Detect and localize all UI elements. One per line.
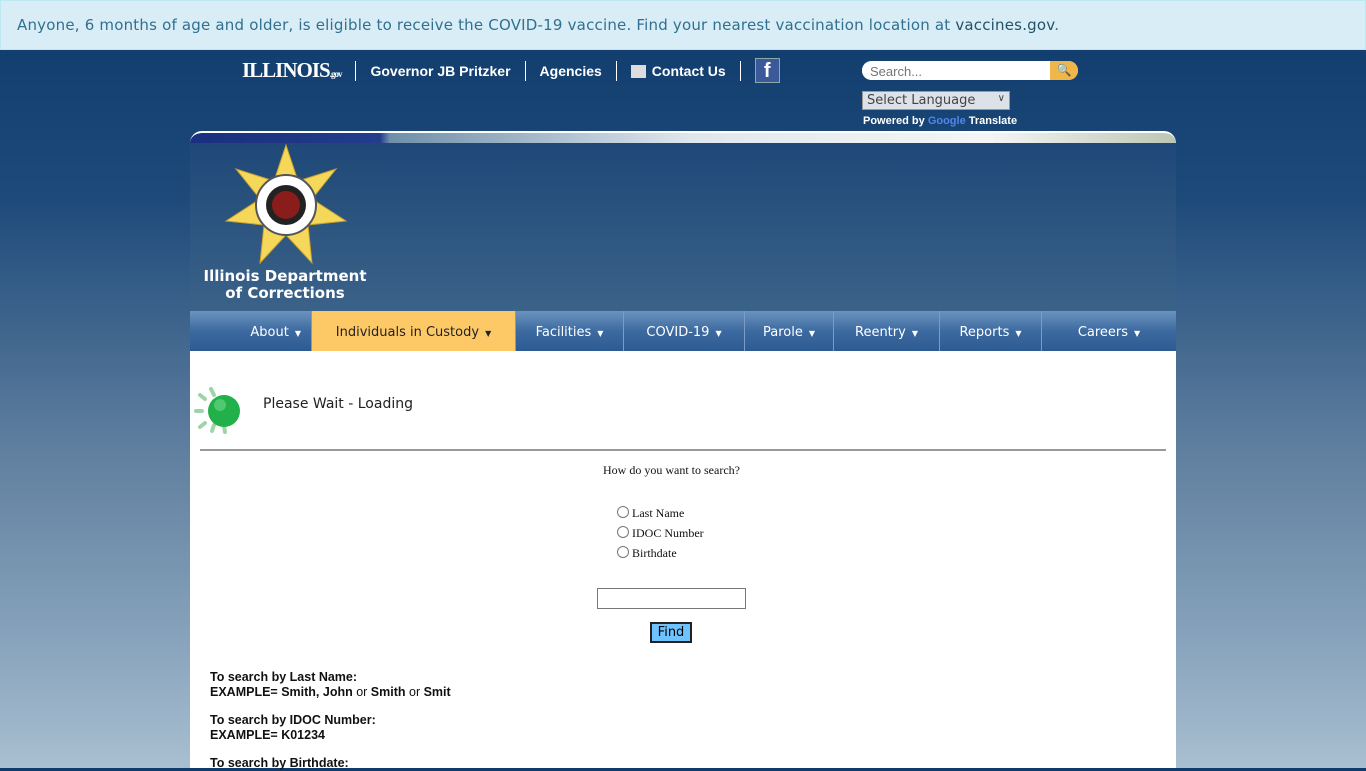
language-select-value: Select Language (867, 93, 976, 108)
alert-end: . (1054, 16, 1060, 34)
dept-line-2: of Corrections (225, 284, 345, 302)
nav-label: Individuals in Custody (335, 325, 480, 340)
radio-label: IDOC Number (632, 526, 704, 540)
help-example: EXAMPLE= Smith, John or Smith or Smit (210, 685, 451, 700)
radio-label: Birthdate (632, 546, 677, 560)
help-title: To search by IDOC Number: (210, 713, 376, 727)
governor-link[interactable]: Governor JB Pritzker (370, 63, 510, 79)
agencies-link[interactable]: Agencies (540, 63, 602, 79)
divider (355, 60, 357, 81)
nav-about[interactable]: About ▼ (190, 311, 312, 351)
radio-last-name[interactable]: Last Name (617, 506, 704, 526)
loading-text: Please Wait - Loading (263, 396, 413, 412)
nav-label: COVID-19 (646, 325, 710, 340)
search-type-radios: Last Name IDOC Number Birthdate (617, 506, 704, 566)
dropdown-arrow-icon: ▼ (294, 329, 301, 338)
agency-header: Illinois Department of Corrections (190, 143, 1176, 311)
dropdown-arrow-icon: ▼ (715, 329, 722, 338)
contact-us-link[interactable]: Contact Us (630, 62, 726, 79)
facebook-icon[interactable]: f (754, 58, 780, 83)
site-search: 🔍 (862, 61, 1078, 80)
example-value: Smith (370, 685, 406, 699)
header-banner-image (190, 131, 1176, 143)
example-or: or (352, 685, 371, 699)
dropdown-arrow-icon: ▼ (808, 329, 815, 338)
nav-reports[interactable]: Reports ▼ (940, 311, 1042, 351)
example-or: or (405, 685, 424, 699)
dropdown-arrow-icon: ▼ (597, 329, 604, 338)
top-nav: ILLINOIS.gov Governor JB Pritzker Agenci… (242, 58, 780, 83)
department-name: Illinois Department of Corrections (190, 268, 380, 302)
search-term-input[interactable] (597, 588, 746, 609)
nav-label: Careers (1077, 325, 1129, 340)
dept-line-1: Illinois Department (203, 267, 367, 285)
radio-idoc-number[interactable]: IDOC Number (617, 526, 704, 546)
help-title: To search by Birthdate: (210, 756, 349, 770)
logo-suffix: .gov (329, 69, 343, 79)
nav-label: Parole (762, 325, 803, 340)
contact-label: Contact Us (651, 62, 726, 79)
google-logo: Google (927, 115, 966, 127)
nav-facilities[interactable]: Facilities ▼ (516, 311, 624, 351)
alert-text: Anyone, 6 months of age and older, is el… (17, 16, 956, 34)
vaccines-link[interactable]: vaccines.gov (955, 16, 1054, 34)
example-value: K01234 (281, 728, 325, 742)
help-last-name: To search by Last Name: EXAMPLE= Smith, J… (210, 670, 451, 700)
powered-by-google: Powered by Google Translate (863, 115, 1017, 127)
covid-alert-banner: Anyone, 6 months of age and older, is el… (0, 0, 1366, 50)
search-icon[interactable]: 🔍 (1050, 61, 1078, 80)
dropdown-arrow-icon: ▼ (485, 329, 492, 338)
help-title: To search by Last Name: (210, 670, 358, 684)
nav-careers[interactable]: Careers ▼ (1042, 311, 1176, 351)
nav-label: Facilities (535, 325, 592, 340)
help-idoc-number: To search by IDOC Number: EXAMPLE= K01234 (210, 713, 376, 743)
main-nav: About ▼ Individuals in Custody ▼ Facilitie… (190, 311, 1176, 351)
example-value: Smit (423, 685, 451, 699)
nav-label: Reports (959, 325, 1010, 340)
logo-text: ILLINOIS (242, 58, 331, 82)
radio-input[interactable] (617, 526, 629, 538)
nav-label: Reentry (855, 325, 906, 340)
powered-label: Powered by (863, 115, 925, 127)
loading-spinner-icon (194, 387, 240, 434)
idoc-badge-logo[interactable] (224, 143, 348, 267)
mail-icon (630, 65, 646, 79)
nav-covid-19[interactable]: COVID-19 ▼ (624, 311, 745, 351)
divider (524, 60, 526, 81)
search-input[interactable] (862, 62, 1048, 80)
help-example: EXAMPLE= K01234 (210, 728, 376, 743)
language-select[interactable]: Select Language ∨ (862, 91, 1010, 110)
translate-link[interactable]: Translate (969, 115, 1017, 127)
nav-individuals-in-custody[interactable]: Individuals in Custody ▼ (312, 311, 516, 351)
radio-label: Last Name (632, 506, 685, 520)
help-birthdate: To search by Birthdate: (210, 756, 349, 771)
nav-reentry[interactable]: Reentry ▼ (834, 311, 940, 351)
nav-parole[interactable]: Parole ▼ (745, 311, 834, 351)
find-button[interactable]: Find (650, 622, 692, 643)
example-label: EXAMPLE= (210, 685, 282, 699)
dropdown-arrow-icon: ▼ (1015, 329, 1022, 338)
radio-birthdate[interactable]: Birthdate (617, 546, 704, 566)
dropdown-arrow-icon: ▼ (1134, 329, 1141, 338)
dropdown-arrow-icon: ▼ (911, 329, 918, 338)
radio-input[interactable] (617, 546, 629, 558)
main-content: Please Wait - Loading How do you want to… (190, 351, 1176, 771)
example-label: EXAMPLE= (210, 728, 282, 742)
radio-input[interactable] (617, 506, 629, 518)
divider (615, 60, 617, 81)
divider (739, 60, 741, 81)
example-value: Smith, John (281, 685, 353, 699)
nav-label: About (250, 325, 289, 340)
search-question: How do you want to search? (603, 463, 740, 477)
chevron-down-icon: ∨ (997, 93, 1005, 104)
illinois-gov-logo[interactable]: ILLINOIS.gov (242, 58, 343, 83)
divider (200, 449, 1166, 451)
